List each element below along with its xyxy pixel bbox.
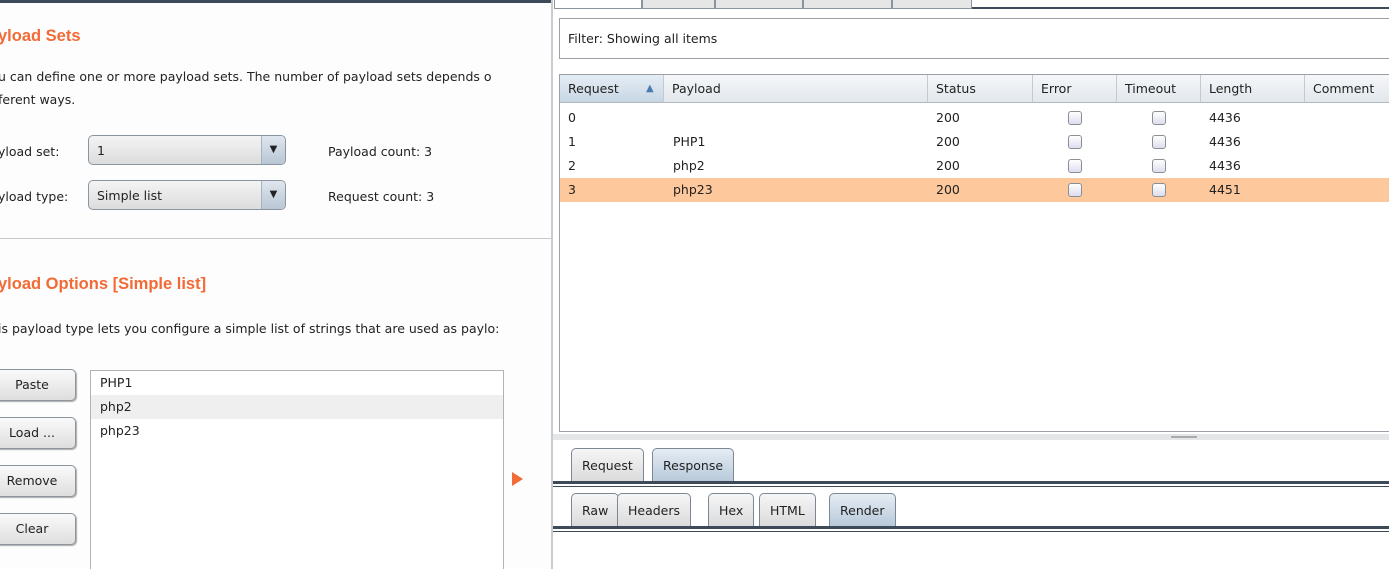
sort-ascending-icon: ▲ <box>646 83 654 94</box>
payload-sets-description: u can define one or more payload sets. T… <box>0 69 492 84</box>
cell-length: 4436 <box>1209 158 1241 173</box>
error-checkbox[interactable] <box>1068 159 1082 173</box>
list-item[interactable]: php23 <box>91 419 503 443</box>
tab-raw[interactable]: Raw <box>571 493 620 527</box>
tab-hex[interactable]: Hex <box>708 493 755 527</box>
payload-sets-description-2: ferent ways. <box>0 92 76 107</box>
tab-bar-line <box>553 481 1389 487</box>
load-button[interactable]: Load ... <box>0 417 76 449</box>
table-row[interactable]: 3 php23 200 4451 <box>560 178 1389 202</box>
payload-type-select[interactable]: Simple list ▼ <box>88 180 286 210</box>
top-tab[interactable] <box>715 0 803 9</box>
top-tab[interactable] <box>803 0 892 9</box>
cell-request: 2 <box>568 158 576 173</box>
cell-status: 200 <box>936 182 960 197</box>
top-tab[interactable] <box>892 0 972 9</box>
cell-length: 4436 <box>1209 110 1241 125</box>
error-checkbox[interactable] <box>1068 111 1082 125</box>
column-header-comment[interactable]: Comment <box>1305 75 1389 103</box>
list-item[interactable]: PHP1 <box>91 371 503 395</box>
tab-bar-line <box>972 7 1389 9</box>
timeout-checkbox[interactable] <box>1152 183 1166 197</box>
cell-status: 200 <box>936 110 960 125</box>
cell-request: 3 <box>568 182 576 197</box>
column-header-timeout[interactable]: Timeout <box>1117 75 1201 103</box>
chevron-down-icon: ▼ <box>261 181 285 209</box>
table-row[interactable]: 1 PHP1 200 4436 <box>560 130 1389 154</box>
column-header-payload[interactable]: Payload <box>664 75 928 103</box>
payload-set-select[interactable]: 1 ▼ <box>88 135 286 165</box>
clear-button[interactable]: Clear <box>0 513 76 545</box>
results-panel: Filter: Showing all items Request ▲ Paylo… <box>551 0 1389 569</box>
column-header-error[interactable]: Error <box>1033 75 1117 103</box>
tab-headers[interactable]: Headers <box>617 493 692 527</box>
column-header-length[interactable]: Length <box>1201 75 1305 103</box>
filter-bar[interactable]: Filter: Showing all items <box>559 18 1389 59</box>
column-header-status[interactable]: Status <box>928 75 1033 103</box>
top-tab[interactable] <box>642 0 715 9</box>
payload-sets-title: yload Sets <box>0 27 81 45</box>
payload-type-value: Simple list <box>97 188 163 203</box>
tab-response[interactable]: Response <box>652 448 735 482</box>
tab-bar-line <box>553 526 1389 532</box>
payload-set-value: 1 <box>97 143 105 158</box>
payload-set-label: yload set: <box>0 144 60 159</box>
payload-options-description: is payload type lets you configure a sim… <box>0 321 500 336</box>
cell-status: 200 <box>936 134 960 149</box>
list-item[interactable]: php2 <box>91 395 503 419</box>
splitter[interactable] <box>553 434 1389 440</box>
cell-payload: PHP1 <box>673 134 706 149</box>
cell-request: 0 <box>568 110 576 125</box>
cell-length: 4436 <box>1209 134 1241 149</box>
error-checkbox[interactable] <box>1068 135 1082 149</box>
cell-payload: php2 <box>673 158 705 173</box>
cell-request: 1 <box>568 134 576 149</box>
tab-html[interactable]: HTML <box>759 493 816 527</box>
remove-button[interactable]: Remove <box>0 465 76 497</box>
payload-options-title: yload Options [Simple list] <box>0 275 207 293</box>
chevron-down-icon: ▼ <box>261 136 285 164</box>
section-divider <box>0 238 551 239</box>
column-header-request[interactable]: Request ▲ <box>560 75 664 103</box>
timeout-checkbox[interactable] <box>1152 135 1166 149</box>
expand-arrow-icon[interactable] <box>512 472 523 486</box>
timeout-checkbox[interactable] <box>1152 111 1166 125</box>
error-checkbox[interactable] <box>1068 183 1082 197</box>
payload-type-label: yload type: <box>0 189 69 204</box>
cell-payload: php23 <box>673 182 713 197</box>
paste-button[interactable]: Paste <box>0 369 76 401</box>
cell-status: 200 <box>936 158 960 173</box>
table-row[interactable]: 0 200 4436 <box>560 106 1389 130</box>
payload-config-panel: yload Sets u can define one or more payl… <box>0 0 551 569</box>
results-table: Request ▲ Payload Status Error Timeout Le… <box>559 74 1389 432</box>
payload-list[interactable]: PHP1 php2 php23 <box>90 370 504 569</box>
cell-length: 4451 <box>1209 182 1241 197</box>
tab-render[interactable]: Render <box>829 493 896 527</box>
tab-request[interactable]: Request <box>571 448 644 482</box>
timeout-checkbox[interactable] <box>1152 159 1166 173</box>
request-count: Request count: 3 <box>328 189 435 204</box>
payload-count: Payload count: 3 <box>328 144 433 159</box>
table-row[interactable]: 2 php2 200 4436 <box>560 154 1389 178</box>
top-tab[interactable] <box>554 0 642 9</box>
